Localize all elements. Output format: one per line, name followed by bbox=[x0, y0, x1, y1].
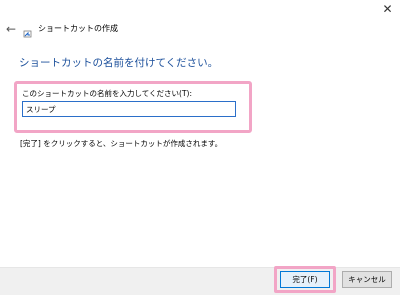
back-button[interactable]: ← bbox=[3, 21, 19, 37]
close-button[interactable]: ✕ bbox=[375, 0, 400, 18]
back-arrow-icon: ← bbox=[5, 22, 17, 36]
close-icon: ✕ bbox=[382, 2, 393, 16]
shortcut-icon bbox=[23, 24, 33, 38]
name-field-label: このショートカットの名前を入力してください(T): bbox=[22, 89, 193, 98]
info-text: [完了] をクリックすると、ショートカットが作成されます。 bbox=[20, 139, 223, 148]
shortcut-name-input[interactable] bbox=[22, 101, 236, 117]
button-bar bbox=[0, 267, 400, 295]
cancel-button[interactable]: キャンセル bbox=[342, 271, 392, 288]
window-title: ショートカットの作成 bbox=[38, 24, 118, 33]
finish-button[interactable]: 完了(F) bbox=[280, 271, 330, 288]
page-heading: ショートカットの名前を付けてください。 bbox=[19, 57, 219, 69]
